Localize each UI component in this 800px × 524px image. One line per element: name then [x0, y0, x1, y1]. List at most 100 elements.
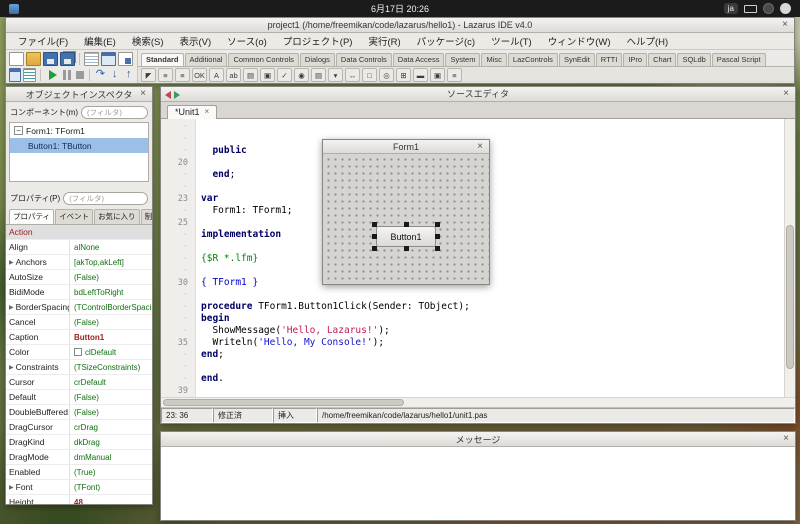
main-titlebar[interactable]: project1 (/home/freemikan/code/lazarus/h…: [6, 18, 794, 33]
vertical-scrollbar-thumb[interactable]: [786, 225, 794, 370]
new-unit-icon[interactable]: [9, 52, 24, 66]
palette-tab-misc[interactable]: Misc: [481, 53, 506, 66]
step-out-icon[interactable]: [122, 68, 134, 82]
close-icon[interactable]: [780, 88, 792, 100]
resize-handle-s[interactable]: [404, 246, 409, 251]
stop-icon[interactable]: [73, 68, 85, 82]
property-row-constraints[interactable]: ▶Constraints(TSizeConstraints): [6, 360, 152, 375]
close-icon[interactable]: [137, 88, 149, 100]
view-forms-icon[interactable]: [101, 52, 116, 66]
expand-icon[interactable]: ▶: [9, 484, 14, 491]
property-row-height[interactable]: Height48: [6, 495, 152, 504]
resize-handle-w[interactable]: [372, 234, 377, 239]
nav-forward-icon[interactable]: [174, 91, 180, 99]
open-icon[interactable]: [26, 52, 41, 66]
step-into-icon[interactable]: [108, 68, 120, 82]
tpanel-icon[interactable]: ▬: [413, 68, 428, 82]
tcheckgroup-icon[interactable]: ⊞: [396, 68, 411, 82]
property-value[interactable]: (False): [70, 408, 152, 417]
property-row-bidimode[interactable]: BidiModebdLeftToRight: [6, 285, 152, 300]
close-icon[interactable]: [474, 141, 486, 153]
tscrollbar-icon[interactable]: ↔: [345, 68, 360, 82]
palette-tab-common-controls[interactable]: Common Controls: [228, 53, 298, 66]
app-indicator-icon[interactable]: [9, 4, 19, 14]
code-line[interactable]: ·begin: [161, 313, 784, 325]
tradiobutton-icon[interactable]: ◉: [294, 68, 309, 82]
palette-tab-data-controls[interactable]: Data Controls: [336, 53, 392, 66]
property-row-doublebuffered[interactable]: DoubleBuffered(False): [6, 405, 152, 420]
messages-body[interactable]: [161, 447, 795, 520]
vertical-scrollbar[interactable]: [784, 119, 795, 397]
keyboard-icon[interactable]: [744, 5, 757, 13]
tcheckbox-icon[interactable]: ✓: [277, 68, 292, 82]
close-icon[interactable]: [779, 19, 791, 31]
property-value[interactable]: alNone: [70, 243, 152, 252]
property-value[interactable]: [akTop,akLeft]: [70, 258, 152, 267]
palette-tab-data-access[interactable]: Data Access: [393, 53, 445, 66]
property-value[interactable]: crDrag: [70, 423, 152, 432]
menu-w[interactable]: ウィンドウ(W): [540, 32, 619, 50]
property-row-dragmode[interactable]: DragModedmManual: [6, 450, 152, 465]
inspector-tab-item[interactable]: お気に入り: [94, 209, 140, 224]
tcombobox-icon[interactable]: ▾: [328, 68, 343, 82]
tlabel-icon[interactable]: A: [209, 68, 224, 82]
run-icon[interactable]: [45, 68, 57, 82]
property-row-default[interactable]: Default(False): [6, 390, 152, 405]
property-value[interactable]: (TControlBorderSpacing): [70, 303, 152, 312]
nav-back-icon[interactable]: [165, 91, 171, 99]
object-inspector-titlebar[interactable]: オブジェクトインスペクタ: [6, 87, 152, 102]
palette-tab-pascal-script[interactable]: Pascal Script: [712, 53, 766, 66]
property-row-dragcursor[interactable]: DragCursorcrDrag: [6, 420, 152, 435]
close-icon[interactable]: [780, 433, 792, 445]
pause-icon[interactable]: [59, 68, 71, 82]
property-row-color[interactable]: ColorclDefault: [6, 345, 152, 360]
palette-tab-additional[interactable]: Additional: [185, 53, 228, 66]
menu-f[interactable]: ファイル(F): [10, 32, 76, 50]
clock[interactable]: 6月17日 20:26: [371, 2, 429, 15]
property-value[interactable]: dmManual: [70, 453, 152, 462]
designed-button[interactable]: Button1: [376, 226, 436, 247]
tframe-icon[interactable]: ▣: [430, 68, 445, 82]
property-row-action[interactable]: Action: [6, 225, 152, 240]
status-menu-icon[interactable]: [763, 3, 774, 14]
view-source-icon[interactable]: [23, 68, 35, 82]
menu-t[interactable]: ツール(T): [483, 32, 540, 50]
component-filter-input[interactable]: [81, 106, 148, 119]
property-value[interactable]: (True): [70, 468, 152, 477]
inspector-tab-item[interactable]: 制限: [141, 209, 152, 224]
menu-v[interactable]: 表示(V): [171, 32, 219, 50]
property-row-align[interactable]: AlignalNone: [6, 240, 152, 255]
property-row-borderspacing[interactable]: ▶BorderSpacing(TControlBorderSpacing): [6, 300, 152, 315]
menu-s[interactable]: 検索(S): [124, 32, 172, 50]
property-value[interactable]: (TFont): [70, 483, 152, 492]
palette-tab-chart[interactable]: Chart: [648, 53, 676, 66]
property-row-autosize[interactable]: AutoSize(False): [6, 270, 152, 285]
property-value[interactable]: bdLeftToRight: [70, 288, 152, 297]
horizontal-scrollbar-thumb[interactable]: [163, 399, 404, 406]
expand-icon[interactable]: ▶: [9, 259, 14, 266]
palette-tab-system[interactable]: System: [445, 53, 480, 66]
ttogglebox-icon[interactable]: ▣: [260, 68, 275, 82]
code-line[interactable]: · ShowMessage('Hello, Lazarus!');: [161, 325, 784, 337]
new-form-icon[interactable]: [9, 68, 21, 82]
tactionlist-icon[interactable]: ≡: [447, 68, 462, 82]
resize-handle-n[interactable]: [404, 222, 409, 227]
editor-tab-unit1[interactable]: *Unit1: [167, 105, 217, 119]
property-row-cursor[interactable]: CursorcrDefault: [6, 375, 152, 390]
tradiogroup-icon[interactable]: ◎: [379, 68, 394, 82]
property-value[interactable]: clDefault: [70, 348, 152, 357]
tmainmenu-icon[interactable]: ≡: [158, 68, 173, 82]
resize-handle-sw[interactable]: [372, 246, 377, 251]
tpopupmenu-icon[interactable]: ≡: [175, 68, 190, 82]
menu-o[interactable]: ソース(o): [219, 32, 275, 50]
tmemo-icon[interactable]: ▤: [243, 68, 258, 82]
tab-close-icon[interactable]: [205, 107, 210, 116]
code-line[interactable]: 35 Writeln('Hello, My Console!');: [161, 337, 784, 349]
palette-tab-lazcontrols[interactable]: LazControls: [508, 53, 558, 66]
property-row-caption[interactable]: CaptionButton1: [6, 330, 152, 345]
resize-handle-e[interactable]: [435, 234, 440, 239]
code-line[interactable]: ·: [161, 289, 784, 301]
palette-tab-rtti[interactable]: RTTI: [596, 53, 623, 66]
property-row-font[interactable]: ▶Font(TFont): [6, 480, 152, 495]
palette-tab-sqldb[interactable]: SQLdb: [677, 53, 710, 66]
